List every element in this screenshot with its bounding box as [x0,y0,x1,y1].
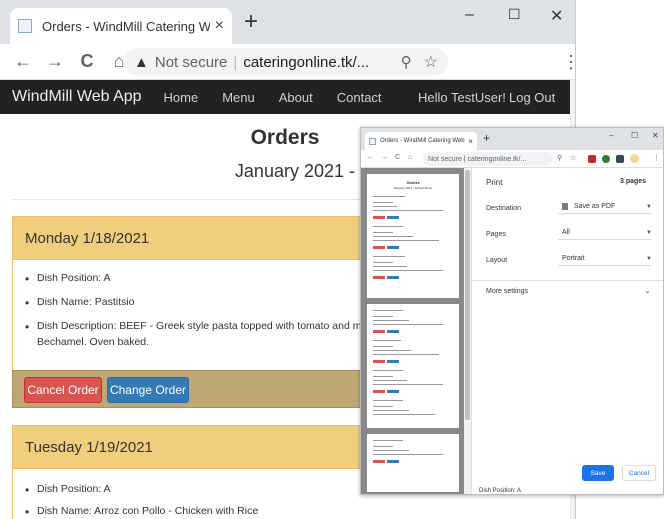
chevron-down-icon: ▼ [646,203,652,210]
preview-scroll-thumb[interactable] [465,170,470,420]
destination-value: Save as PDF [574,203,616,210]
print-tab-title: Orders - WindMill Catering Web [380,138,465,144]
layout-select[interactable]: Portrait ▼ [558,252,652,266]
layout-label: Layout [486,257,508,264]
forward-icon[interactable]: → [46,51,64,72]
page-count: 3 pages [620,178,647,185]
dish-position: Dish Position: A [25,483,110,497]
nav-menu[interactable]: Menu [222,90,255,105]
tab-close-icon[interactable]: × [468,137,473,146]
address-bar[interactable]: Not secure | cateringonline.tk/... [423,152,553,166]
destination-label: Destination [486,205,522,212]
chevron-down-icon[interactable]: ⌄ [644,286,651,295]
minimize-button[interactable]: – [465,6,474,24]
window-close-button[interactable]: ✕ [550,6,563,26]
chevron-down-icon: ▼ [646,255,652,262]
cancel-order-button[interactable]: Cancel Order [24,377,102,403]
security-label: Not secure [154,53,228,71]
dish-name: Dish Name: Pastitsio [25,296,135,310]
warning-icon: ▲ [134,53,149,71]
destination-select[interactable]: Save as PDF ▼ [558,200,652,214]
back-icon[interactable]: ← [14,51,32,72]
print-browser-tab[interactable]: Orders - WindMill Catering Web × [365,132,477,150]
layout-value: Portrait [562,255,585,262]
back-icon[interactable]: ← [367,154,374,161]
nav-home[interactable]: Home [164,90,199,105]
url-text: cateringonline.tk/... [243,53,370,71]
pages-value: All [562,229,570,236]
preview-title: Orders [406,180,420,185]
new-tab-button[interactable]: + [483,131,490,145]
print-dialog-window: Orders - WindMill Catering Web × + – ☐ ✕… [360,127,664,495]
settings-divider [472,280,663,281]
pdf-icon [562,203,568,210]
site-navbar: WindMill Web App Home Menu About Contact… [0,80,570,114]
address-separator: | [233,53,238,71]
user-greeting[interactable]: Hello TestUser! [418,90,506,105]
pages-select[interactable]: All ▼ [558,226,652,240]
tab-strip: Orders - WindMill Catering Web/ × + – ☐ … [0,0,575,44]
browser-tab[interactable]: Orders - WindMill Catering Web/ × [10,8,232,44]
more-settings-toggle[interactable]: More settings [486,288,528,295]
menu-icon[interactable]: ⋮ [562,52,575,73]
reload-icon[interactable]: C [395,154,400,161]
puzzle-icon[interactable] [616,155,624,163]
chevron-down-icon: ▼ [646,229,652,236]
favicon-icon [18,19,32,33]
preview-subtitle: January 2021 - School Menu [393,186,433,190]
site-brand[interactable]: WindMill Web App [12,88,142,106]
dish-name: Dish Name: Arroz con Pollo - Chicken wit… [25,505,258,519]
tab-title: Orders - WindMill Catering Web/ [42,18,210,34]
change-order-button[interactable]: Change Order [107,377,189,403]
preview-page [367,304,459,428]
maximize-button[interactable]: ☐ [508,6,521,23]
preview-footer-text: Dish Position: A [479,488,522,494]
browser-toolbar: ← → C ⌂ ▲ Not secure | cateringonline.tk… [0,44,575,114]
print-preview[interactable]: Orders January 2021 - School Menu [361,168,471,494]
new-tab-button[interactable]: + [244,10,258,34]
zoom-icon[interactable]: ⚲ [401,53,412,71]
pages-label: Pages [486,231,506,238]
menu-icon[interactable]: ⋮ [653,154,660,162]
dish-description-cont: Bechamel. Oven baked. [37,336,150,348]
print-heading: Print [486,178,503,187]
home-icon[interactable]: ⌂ [408,154,412,161]
maximize-button[interactable]: ☐ [631,131,638,140]
tab-close-icon[interactable]: × [215,17,224,35]
shield-icon[interactable] [602,155,610,163]
logout-link[interactable]: Log Out [509,90,555,105]
save-button[interactable]: Save [582,465,614,481]
window-close-button[interactable]: ✕ [652,131,659,140]
star-icon[interactable]: ☆ [424,52,438,72]
preview-page [367,434,459,492]
preview-scrollbar[interactable] [464,168,471,494]
profile-avatar[interactable] [630,154,639,163]
cancel-button[interactable]: Cancel [622,465,656,481]
preview-page: Orders January 2021 - School Menu [367,174,459,298]
nav-contact[interactable]: Contact [337,90,382,105]
ublock-icon[interactable] [588,155,596,163]
print-tab-strip: Orders - WindMill Catering Web × + – ☐ ✕ [361,128,663,150]
minimize-button[interactable]: – [609,131,613,140]
print-settings-panel: Print 3 pages Destination Save as PDF ▼ … [471,168,663,494]
url-text: Not secure | cateringonline.tk/... [428,155,527,163]
reload-icon[interactable]: C [78,51,96,72]
forward-icon[interactable]: → [381,154,388,161]
print-browser-toolbar: ← → C ⌂ Not secure | cateringonline.tk/.… [361,150,663,168]
star-icon[interactable]: ☆ [570,154,576,162]
address-bar[interactable]: ▲ Not secure | cateringonline.tk/... ⚲ ☆ [124,48,448,76]
favicon-icon [369,137,376,145]
nav-about[interactable]: About [279,90,313,105]
zoom-icon[interactable]: ⚲ [557,154,562,162]
dish-position: Dish Position: A [25,272,110,286]
